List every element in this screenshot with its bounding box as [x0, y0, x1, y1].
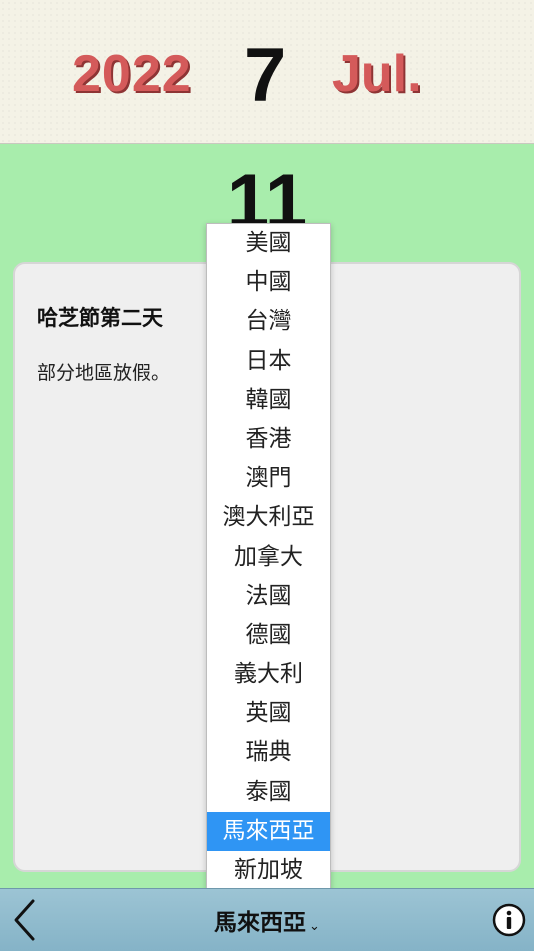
country-option[interactable]: 泰國 [207, 773, 330, 812]
info-icon [492, 903, 526, 937]
country-option[interactable]: 英國 [207, 694, 330, 733]
country-option-selected[interactable]: 馬來西亞 [207, 811, 330, 851]
country-option[interactable]: 日本 [207, 342, 330, 381]
event-description: 部分地區放假。 [37, 362, 171, 384]
month-name: Jul. [332, 45, 422, 103]
year-label: 2022 [72, 45, 192, 103]
bottom-toolbar: 馬來西亞 ⌄ [0, 888, 534, 951]
country-dropdown-list[interactable]: 美國 中國 台灣 日本 韓國 香港 澳門 澳大利亞 加拿大 法國 德國 義大利 … [206, 223, 331, 891]
country-option[interactable]: 澳門 [207, 459, 330, 498]
country-option[interactable]: 瑞典 [207, 733, 330, 772]
country-option[interactable]: 新加坡 [207, 851, 330, 890]
info-button[interactable] [492, 903, 526, 937]
country-option[interactable]: 美國 [207, 224, 330, 263]
country-option[interactable]: 韓國 [207, 381, 330, 420]
country-option[interactable]: 加拿大 [207, 538, 330, 577]
country-option[interactable]: 澳大利亞 [207, 498, 330, 537]
date-header: 2022 7 Jul. [0, 0, 534, 144]
country-option[interactable]: 香港 [207, 420, 330, 459]
country-selector-label: 馬來西亞 [214, 910, 307, 936]
country-option[interactable]: 台灣 [207, 302, 330, 341]
country-option[interactable]: 中國 [207, 263, 330, 302]
country-selector[interactable]: 馬來西亞 ⌄ [0, 903, 534, 937]
month-number: 7 [244, 33, 287, 118]
country-option[interactable]: 德國 [207, 616, 330, 655]
country-option[interactable]: 法國 [207, 577, 330, 616]
country-option[interactable]: 義大利 [207, 655, 330, 694]
event-title: 哈芝節第二天 [37, 306, 163, 330]
chevron-down-icon: ⌄ [309, 919, 320, 934]
